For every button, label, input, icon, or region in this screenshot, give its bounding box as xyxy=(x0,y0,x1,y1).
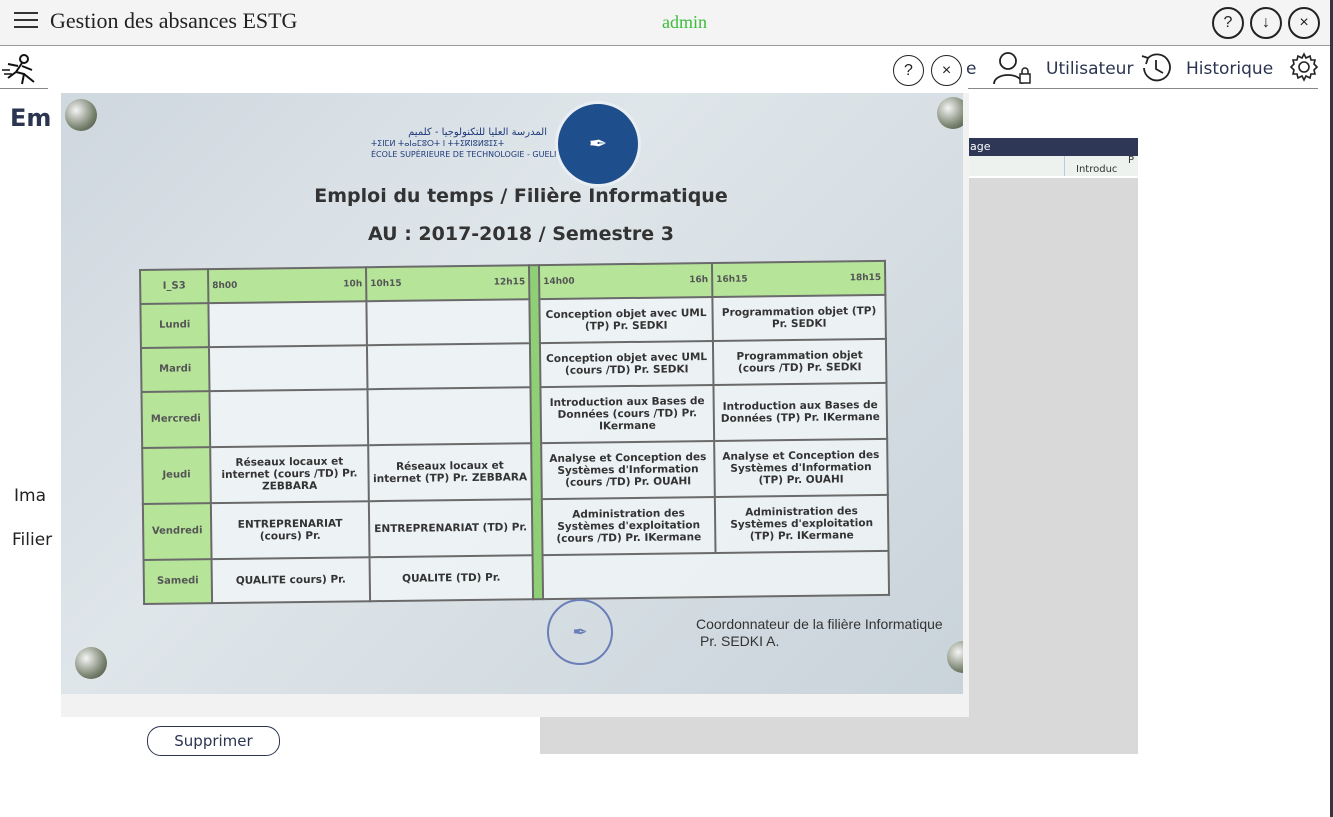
delete-button[interactable]: Supprimer xyxy=(147,726,280,756)
timetable-cell: Analyse et Conception des Systèmes d'Inf… xyxy=(541,440,715,500)
timetable-cell: QUALITE (TD) Pr. xyxy=(369,555,534,602)
settings-gear-icon[interactable] xyxy=(1289,52,1319,82)
timetable-cell: Conception objet avec UML (cours /TD) Pr… xyxy=(539,340,714,388)
school-name: المدرسة العليا للتكنولوجيا - كلميم ⵜⵉⵏⵎⵍ… xyxy=(371,127,570,160)
school-name-french: ÉCOLE SUPÉRIEURE DE TECHNOLOGIE - GUELMI… xyxy=(371,150,571,159)
app-titlebar: Gestion des absances ESTG admin ? ↓ × xyxy=(0,0,1333,46)
hamburger-menu-icon[interactable] xyxy=(14,12,38,30)
modal-help-icon[interactable]: ? xyxy=(893,55,924,86)
time-start: 16h15 xyxy=(716,274,748,285)
table-row[interactable]: Introduc P xyxy=(968,155,1138,176)
coordinator-title: Coordonnateur de la filière Informatique xyxy=(696,616,943,632)
screw xyxy=(937,97,963,129)
timetable-cell: Réseaux locaux et internet (TP) Pr. ZEBB… xyxy=(368,443,532,502)
time-end: 16h xyxy=(689,275,709,286)
time-start: 10h15 xyxy=(370,278,402,290)
modal-frame xyxy=(61,694,969,717)
timetable-header: 10h15 12h15 xyxy=(365,265,530,302)
page-title: Em xyxy=(10,104,52,132)
toolbar-item-partial[interactable]: e xyxy=(966,59,976,79)
timetable-cell xyxy=(366,299,530,346)
time-start: 14h00 xyxy=(543,276,575,288)
timetable-cell: Programmation objet (cours /TD) Pr. SEDK… xyxy=(712,338,887,385)
help-icon[interactable]: ? xyxy=(1212,7,1244,39)
school-name-arabic: المدرسة العليا للتكنولوجيا - كلميم xyxy=(408,127,547,138)
screw xyxy=(75,647,107,679)
timetable-cell: Conception objet avec UML (TP) Pr. SEDKI xyxy=(539,296,713,344)
schedule-image: المدرسة العليا للتكنولوجيا - كلميم ⵜⵉⵏⵎⵍ… xyxy=(61,93,963,694)
toolbar-item-utilisateur[interactable]: Utilisateur xyxy=(1046,59,1133,79)
timetable-day: Mercredi xyxy=(141,391,211,448)
download-icon[interactable]: ↓ xyxy=(1250,7,1282,39)
timetable-header: I_S3 xyxy=(140,269,209,304)
timetable-cell: Réseaux locaux et internet (cours /TD) P… xyxy=(210,445,369,504)
history-icon[interactable] xyxy=(1136,50,1176,86)
timetable-cell xyxy=(208,345,368,392)
timetable-cell: QUALITE cours) Pr. xyxy=(211,557,371,604)
table-header: age xyxy=(968,138,1138,156)
schedule-table-partial: age Introduc P xyxy=(968,138,1138,178)
timetable-header: 16h15 18h15 xyxy=(711,260,886,297)
document-title: Emploi du temps / Filière Informatique xyxy=(314,185,728,207)
table-cell: P xyxy=(1128,155,1135,166)
user-lock-icon[interactable] xyxy=(990,50,1034,86)
image-label: Ima xyxy=(14,486,46,506)
time-end: 10h xyxy=(343,279,363,290)
timetable-day: Jeudi xyxy=(142,447,211,504)
official-stamp-icon: ✒ xyxy=(547,599,613,665)
table-cell: Introduc xyxy=(1076,164,1118,175)
timetable-cell: Analyse et Conception des Systèmes d'Inf… xyxy=(714,438,888,497)
filiere-label: Filier xyxy=(12,530,53,550)
document-subtitle: AU : 2017-2018 / Semestre 3 xyxy=(368,223,674,245)
timetable-cell xyxy=(367,387,532,446)
timetable-header: 8h00 10h xyxy=(208,267,367,304)
timetable-header: 14h00 16h xyxy=(538,262,713,300)
timetable-day: Samedi xyxy=(143,559,213,604)
timetable: I_S3 8h00 10h 10h15 12h15 14h00 16h 16h15 18… xyxy=(139,260,890,605)
app-title: Gestion des absances ESTG xyxy=(50,8,298,33)
school-logo-icon: ✒ xyxy=(555,101,641,187)
timetable-cell: Introduction aux Bases de Données (cours… xyxy=(540,384,715,444)
close-app-icon[interactable]: × xyxy=(1288,7,1320,39)
timetable-cell: Introduction aux Bases de Données (TP) P… xyxy=(713,382,888,441)
timetable-cell: ENTREPRENARIAT (cours) Pr. xyxy=(210,501,370,560)
timetable-cell xyxy=(208,301,367,348)
timetable-cell xyxy=(209,389,369,448)
coordinator-signature: Coordonnateur de la filière Informatique… xyxy=(696,616,943,650)
app-logo-icon[interactable] xyxy=(0,52,40,86)
time-end: 12h15 xyxy=(493,277,526,288)
screw xyxy=(947,641,963,673)
timetable-cell: Administration des Systèmes d'exploitati… xyxy=(541,496,716,556)
timetable-cell: Programmation objet (TP) Pr. SEDKI xyxy=(712,294,886,341)
time-end: 18h15 xyxy=(849,272,882,284)
toolbar-divider xyxy=(968,88,1318,89)
modal-close-icon[interactable]: × xyxy=(931,55,962,86)
timetable-day: Vendredi xyxy=(142,503,212,560)
timetable-cell: Administration des Systèmes d'exploitati… xyxy=(714,494,889,553)
toolbar-divider xyxy=(0,88,48,89)
timetable-cell xyxy=(366,343,531,390)
current-user: admin xyxy=(662,12,707,32)
screw xyxy=(65,99,97,131)
time-start: 8h00 xyxy=(212,280,238,292)
school-name-tifinagh: ⵜⵉⵏⵎⵍ ⵜⴰⵏⴰⵎⵓⵔⵜ ⵏ ⵜⵜⵉⴽⵏⵓⵍⵓⵊⵉⵜ xyxy=(371,139,505,148)
timetable-day: Lundi xyxy=(140,303,209,348)
toolbar-item-historique[interactable]: Historique xyxy=(1186,59,1273,79)
coordinator-name: Pr. SEDKI A. xyxy=(700,633,780,649)
timetable-cell xyxy=(542,550,890,600)
timetable-day: Mardi xyxy=(140,347,210,392)
timetable-cell: ENTREPRENARIAT (TD) Pr. xyxy=(368,499,533,558)
